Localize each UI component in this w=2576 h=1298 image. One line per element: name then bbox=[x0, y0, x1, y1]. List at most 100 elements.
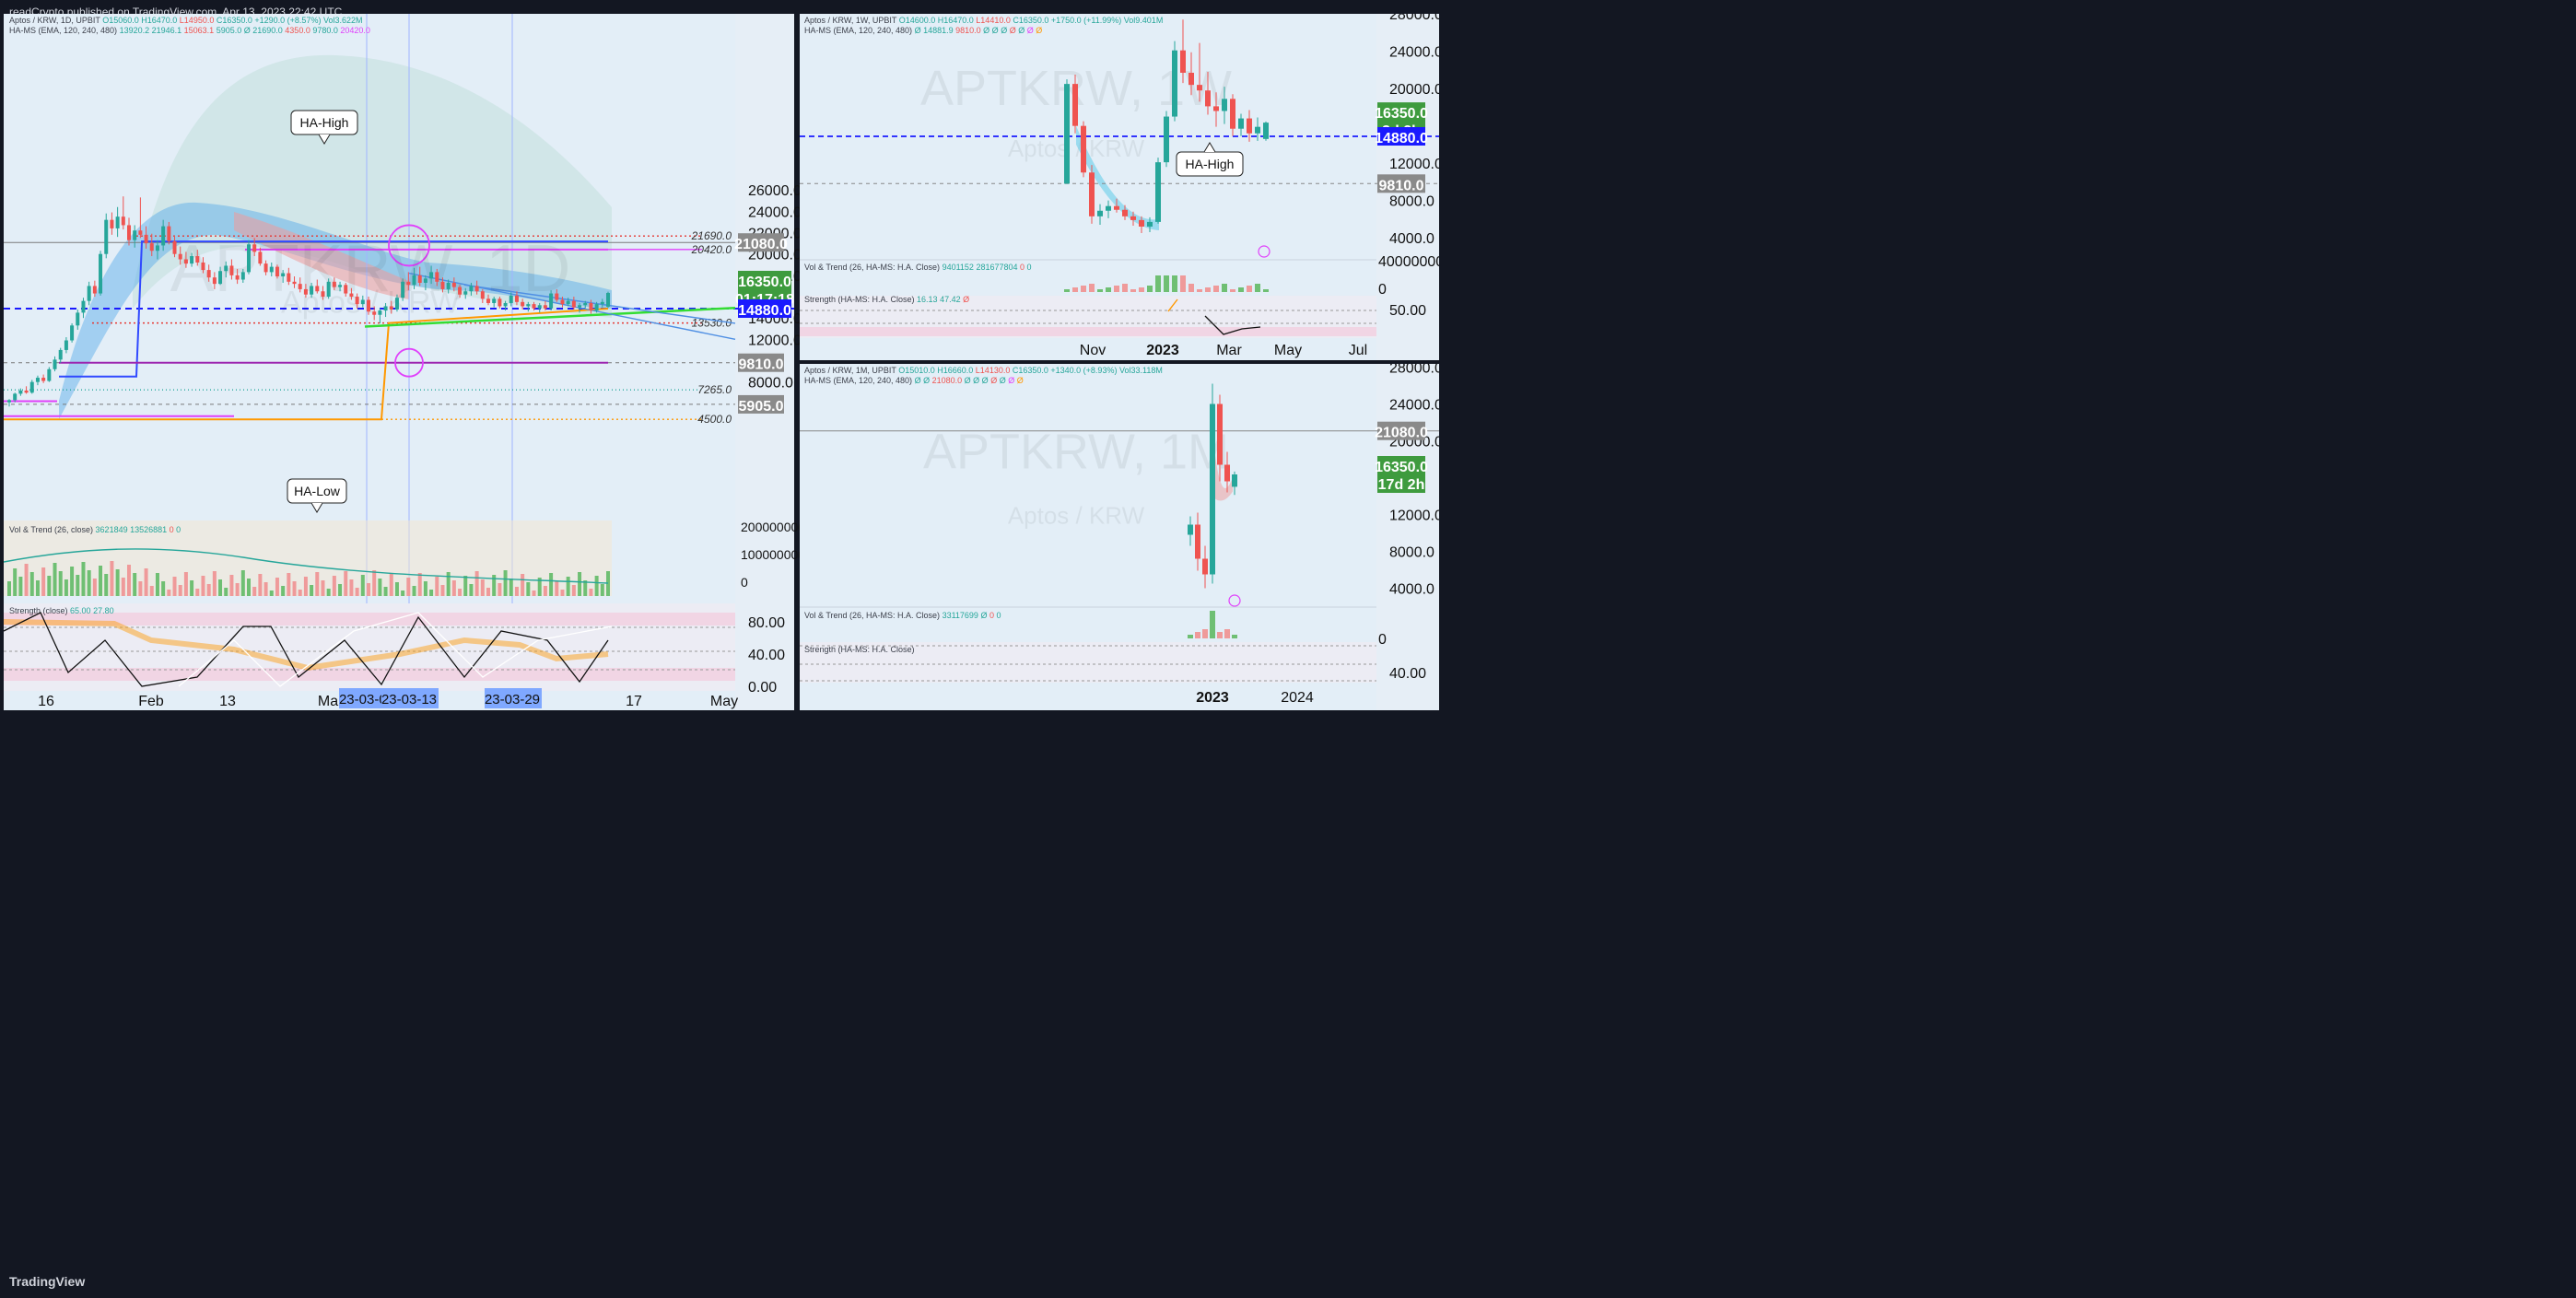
y-tick: 8000.0 bbox=[1389, 194, 1434, 210]
daily-candle bbox=[212, 277, 217, 285]
weekly-indicator-legend-part: Ø bbox=[999, 26, 1008, 35]
volume-bar bbox=[383, 587, 388, 596]
weekly-symbol-legend-part: L14410.0 bbox=[974, 16, 1011, 25]
daily-candle bbox=[155, 245, 159, 251]
monthly-candle bbox=[1224, 464, 1230, 482]
monthly-candle bbox=[1217, 403, 1223, 465]
volume-bar bbox=[394, 582, 399, 596]
monthly-indicator-legend-part: Ø bbox=[971, 376, 980, 385]
daily-candle bbox=[521, 301, 525, 307]
y-tick: 24000.0 bbox=[1389, 45, 1439, 61]
daily-candle bbox=[206, 270, 211, 278]
daily-candle bbox=[503, 302, 508, 307]
volume-legend-part: 3621849 bbox=[93, 525, 128, 534]
level-label: 7265.0 bbox=[697, 383, 732, 396]
daily-symbol-legend-part: +1290.0 (+8.57%) bbox=[252, 16, 322, 25]
volume-bar bbox=[1139, 287, 1144, 292]
volume-bar bbox=[514, 587, 519, 596]
vol-tick: 0 bbox=[741, 575, 748, 590]
daily-candle bbox=[338, 285, 343, 287]
daily-candle bbox=[47, 368, 52, 381]
volume-bar bbox=[389, 574, 393, 596]
monthly-symbol-legend-part: Aptos / KRW, 1M, UPBIT bbox=[804, 366, 896, 375]
x-label: 2023 bbox=[1196, 690, 1229, 706]
volume-legend-part: 0 bbox=[1025, 263, 1032, 272]
volume-bar bbox=[321, 580, 325, 596]
weekly-indicator-legend: HA-MS (EMA, 120, 240, 480) Ø 14881.9 981… bbox=[804, 26, 1042, 35]
volume-bar bbox=[1147, 286, 1153, 292]
volume-legend-part: Vol & Trend (26, close) bbox=[9, 525, 93, 534]
daily-candle bbox=[543, 305, 547, 309]
daily-candle bbox=[578, 305, 582, 308]
daily-candle bbox=[537, 305, 542, 309]
monthly-chart-panel[interactable]: APTKRW, 1MAptos / KRW28000.024000.020000… bbox=[800, 364, 1439, 710]
daily-candle bbox=[303, 288, 308, 295]
volume-legend-part: 33117699 bbox=[940, 611, 978, 620]
daily-candle bbox=[178, 253, 182, 260]
volume-bar bbox=[269, 591, 274, 596]
daily-candle bbox=[64, 340, 68, 350]
weekly-candle bbox=[1172, 50, 1177, 117]
volume-legend-part: Vol & Trend (26, HA-MS: H.A. Close) bbox=[804, 263, 940, 272]
daily-candle bbox=[252, 244, 257, 252]
monthly-indicator-legend-part: 21080.0 bbox=[930, 376, 962, 385]
volume-bar bbox=[367, 583, 370, 596]
daily-candle bbox=[440, 281, 445, 289]
weekly-indicator-legend-part: Ø bbox=[1016, 26, 1025, 35]
daily-chart-panel[interactable]: 21690.020420.013530.07265.04500.0APTKRW,… bbox=[4, 14, 802, 710]
daily-candle bbox=[110, 219, 114, 228]
volume-bar bbox=[440, 585, 445, 596]
daily-candle bbox=[532, 304, 536, 309]
daily-candle bbox=[99, 253, 103, 294]
daily-candle bbox=[417, 275, 422, 283]
volume-bar bbox=[338, 584, 343, 596]
gray-tag-label: 5905.0 bbox=[739, 399, 784, 415]
monthly-indicator-legend-part: Ø bbox=[912, 376, 921, 385]
volume-bar bbox=[110, 561, 114, 596]
volume-bar bbox=[115, 569, 120, 596]
volume-bar bbox=[1222, 284, 1227, 292]
volume-bar bbox=[161, 581, 166, 596]
daily-candle bbox=[446, 282, 451, 289]
daily-candle bbox=[29, 381, 34, 393]
y-tick: 8000.0 bbox=[1389, 545, 1434, 561]
volume-legend-part: Vol & Trend (26, HA-MS: H.A. Close) bbox=[804, 611, 940, 620]
volume-bar bbox=[195, 589, 200, 596]
volume-bar bbox=[578, 572, 582, 596]
volume-bar bbox=[355, 588, 359, 596]
volume-bar bbox=[1180, 275, 1186, 292]
x-label: 17 bbox=[626, 694, 642, 709]
strength-legend-part: 27.80 bbox=[91, 606, 114, 615]
volume-bar bbox=[1224, 629, 1230, 638]
monthly-candle bbox=[1232, 474, 1237, 487]
volume-bar bbox=[423, 581, 427, 596]
daily-indicator-legend: HA-MS (EMA, 120, 240, 480) 13920.2 21946… bbox=[9, 26, 370, 35]
monthly-symbol-legend-part: H16660.0 bbox=[935, 366, 974, 375]
monthly-indicator-legend-part: Ø bbox=[1006, 376, 1015, 385]
daily-candle bbox=[321, 291, 325, 298]
tradingview-logo[interactable]: TradingView bbox=[9, 1274, 85, 1289]
daily-candle bbox=[70, 325, 75, 341]
daily-candle bbox=[349, 293, 354, 298]
ref-price-tag-label: 14880.0 bbox=[1375, 131, 1428, 146]
level-label: 20420.0 bbox=[691, 243, 732, 256]
volume-bar bbox=[509, 579, 513, 596]
daily-indicator-legend-part: 13920.2 bbox=[117, 26, 149, 35]
strength-tick: 40.00 bbox=[1389, 666, 1426, 682]
volume-bar bbox=[1122, 284, 1128, 292]
volume-bar bbox=[469, 584, 474, 596]
volume-bar bbox=[1081, 286, 1086, 292]
y-tick: 28000.0 bbox=[1389, 364, 1439, 377]
daily-symbol-legend-part: Vol3.622M bbox=[321, 16, 362, 25]
daily-candle bbox=[190, 256, 194, 264]
monthly-indicator-legend: HA-MS (EMA, 120, 240, 480) Ø Ø 21080.0 Ø… bbox=[804, 376, 1024, 385]
daily-candle bbox=[435, 272, 439, 282]
daily-candle bbox=[383, 306, 388, 311]
volume-bar bbox=[1172, 275, 1177, 292]
volume-bar bbox=[1155, 275, 1161, 292]
weekly-chart-panel[interactable]: APTKRW, 1WAptos / KRWHA-High28000.024000… bbox=[800, 14, 1439, 360]
gray-tag-label: 21080.0 bbox=[734, 237, 788, 252]
daily-candle bbox=[92, 286, 97, 294]
daily-candle bbox=[121, 216, 125, 226]
volume-bar bbox=[7, 581, 11, 596]
